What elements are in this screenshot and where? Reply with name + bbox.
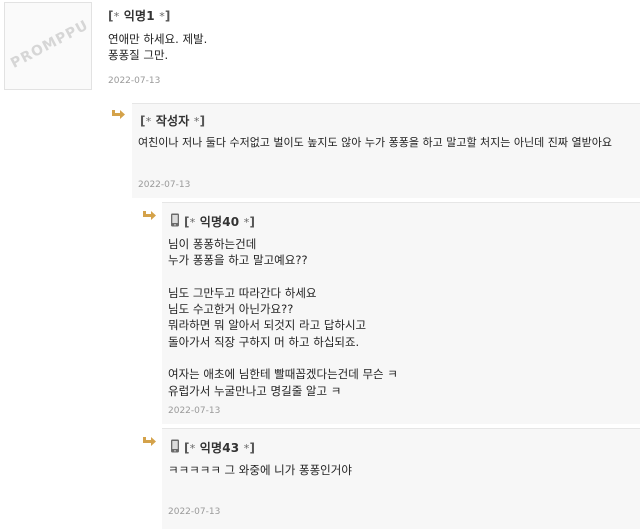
comment-date: 2022-07-13 bbox=[168, 406, 221, 416]
comment-3: [* 익명40 *] 님이 퐁퐁하는건데 누가 퐁퐁을 하고 말고예요?? 님도… bbox=[162, 202, 640, 424]
comment-line: 돌아가서 직장 구하지 머 하고 하십되죠. bbox=[168, 334, 360, 349]
star-icon: * bbox=[113, 10, 120, 23]
comment-author[interactable]: [* 작성자 *] bbox=[140, 112, 205, 129]
comment-line: 여자는 애초에 님한테 빨때꼽겠다는건데 무슨 ㅋ bbox=[168, 367, 398, 382]
star-icon: * bbox=[189, 216, 196, 229]
comment-line bbox=[168, 350, 398, 366]
comment-date: 2022-07-13 bbox=[138, 180, 191, 190]
comment-1: PROMPPU [* 익명1 *] 연애만 하세요. 제발. 퐁퐁질 그만. 2… bbox=[0, 0, 640, 96]
comment-body: 님이 퐁퐁하는건데 누가 퐁퐁을 하고 말고예요?? 님도 그만두고 따라간다 … bbox=[168, 236, 398, 399]
comment-line: 님이 퐁퐁하는건데 bbox=[168, 237, 257, 251]
avatar: PROMPPU bbox=[4, 2, 92, 90]
comment-line: 여친이나 저나 둘다 수저없고 벌이도 높지도 않아 누가 퐁퐁을 하고 말고할… bbox=[138, 136, 612, 149]
author-name: 익명40 bbox=[199, 215, 240, 229]
comment-author[interactable]: [* 익명43 *] bbox=[184, 439, 255, 456]
comment-line: 연애만 하세요. 제발. bbox=[108, 32, 208, 46]
comment-body: 연애만 하세요. 제발. 퐁퐁질 그만. bbox=[108, 31, 207, 64]
star-icon: * bbox=[189, 442, 196, 455]
comment-date: 2022-07-13 bbox=[108, 76, 161, 86]
comment-thread: PROMPPU [* 익명1 *] 연애만 하세요. 제발. 퐁퐁질 그만. 2… bbox=[0, 0, 640, 529]
comment-4: [* 익명43 *] ㅋㅋㅋㅋㅋ 그 와중에 니가 퐁퐁인거야 2022-07-… bbox=[162, 428, 640, 529]
comment-line: 뭐라하면 뭐 알아서 되것지 라고 답하시고 bbox=[168, 318, 367, 333]
avatar-watermark: PROMPPU bbox=[8, 17, 92, 72]
comment-line bbox=[168, 269, 398, 285]
author-name: 익명43 bbox=[199, 441, 240, 455]
mobile-icon bbox=[171, 213, 179, 227]
comment-2: [* 작성자 *] 여친이나 저나 둘다 수저없고 벌이도 높지도 않아 누가 … bbox=[132, 103, 640, 198]
comment-line: 유럽가서 누굴만나고 명길줄 알고 ㅋ bbox=[168, 383, 342, 398]
comment-line: 누가 퐁퐁을 하고 말고예요?? bbox=[168, 253, 308, 268]
comment-date: 2022-07-13 bbox=[168, 507, 221, 517]
comment-line: ㅋㅋㅋㅋㅋ 그 와중에 니가 퐁퐁인거야 bbox=[168, 463, 352, 477]
comment-body: ㅋㅋㅋㅋㅋ 그 와중에 니가 퐁퐁인거야 bbox=[168, 462, 352, 478]
comment-author[interactable]: [* 익명40 *] bbox=[184, 213, 255, 230]
author-name: 작성자 bbox=[155, 114, 190, 128]
reply-arrow-icon bbox=[112, 110, 125, 119]
comment-line: 님도 수고한거 아닌가요?? bbox=[168, 302, 294, 317]
comment-author[interactable]: [* 익명1 *] bbox=[108, 7, 171, 24]
reply-arrow-icon bbox=[143, 437, 156, 446]
comment-line: 퐁퐁질 그만. bbox=[108, 48, 169, 63]
reply-arrow-icon bbox=[143, 211, 156, 220]
comment-body: 여친이나 저나 둘다 수저없고 벌이도 높지도 않아 누가 퐁퐁을 하고 말고할… bbox=[138, 135, 612, 151]
star-icon: * bbox=[145, 115, 152, 128]
mobile-icon bbox=[171, 439, 179, 453]
comment-line: 님도 그만두고 따라간다 하세요 bbox=[168, 285, 317, 300]
author-name: 익명1 bbox=[123, 9, 155, 23]
